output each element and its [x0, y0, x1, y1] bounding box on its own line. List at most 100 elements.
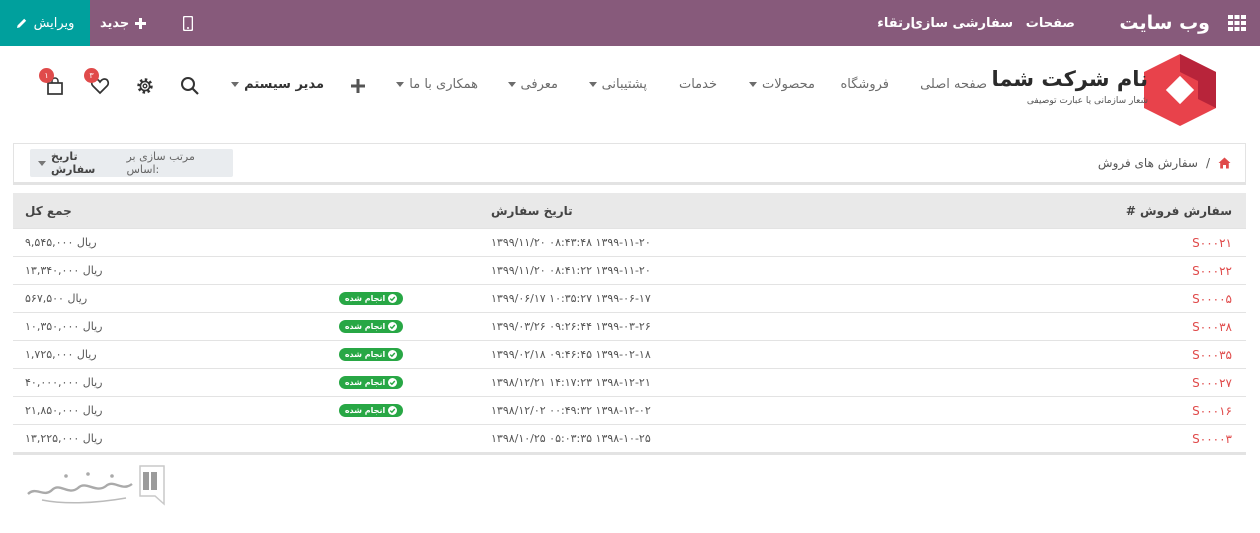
order-total: ۱۳,۳۴۰,۰۰۰ ریال [25, 264, 103, 277]
cart-button[interactable]: ۱ [39, 68, 65, 96]
logo-slogan: شعار سازمانی یا عبارت توصیفی [1026, 96, 1148, 106]
done-status-badge: انجام شده [339, 376, 403, 389]
order-date: ۱۳۹۹/۱۱/۲۰ ۰۸:۴۳:۴۸ ۱۳۹۹-۱۱-۲۰ [491, 236, 651, 249]
gear-icon[interactable] [135, 76, 155, 96]
nav-intro-label: معرفی [520, 77, 558, 92]
order-date: ۱۳۹۹/۱۱/۲۰ ۰۸:۴۱:۲۲ ۱۳۹۹-۱۱-۲۰ [491, 264, 651, 277]
done-status-badge: انجام شده [339, 404, 403, 417]
check-icon [388, 406, 398, 415]
done-status-label: انجام شده [344, 378, 386, 387]
nav-support-label: پشتیبانی [601, 77, 647, 92]
search-icon[interactable] [180, 76, 200, 96]
caret-down-icon [231, 82, 240, 87]
order-total: ۱,۷۲۵,۰۰۰ ریال [25, 348, 97, 361]
order-number-link[interactable]: S۰۰۰۰۵ [1192, 292, 1232, 306]
check-icon [388, 350, 398, 359]
table-row[interactable]: S۰۰۰۰۳ ۱۳۹۸/۱۰/۲۵ ۰۵:۰۳:۳۵ ۱۳۹۸-۱۰-۲۵ ۱۳,۲… [13, 424, 1246, 452]
done-status-badge: انجام شده [339, 292, 403, 305]
order-total: ۵۶۷,۵۰۰ ریال [25, 292, 88, 305]
nav-intro[interactable]: معرفی [507, 77, 558, 92]
company-logo[interactable] [1140, 52, 1220, 126]
caret-down-icon [588, 82, 597, 87]
order-number-link[interactable]: S۰۰۰۲۲ [1192, 264, 1232, 278]
nav-admin-label: مدیر سیستم [244, 77, 324, 92]
order-date: ۱۳۹۸/۱۰/۲۵ ۰۵:۰۳:۳۵ ۱۳۹۸-۱۰-۲۵ [491, 432, 651, 445]
done-status-label: انجام شده [344, 350, 386, 359]
nav-shop[interactable]: فروشگاه [840, 77, 889, 92]
edit-label: ویرایش [33, 15, 75, 31]
check-icon [388, 378, 398, 387]
order-total: ۴۰,۰۰۰,۰۰۰ ریال [25, 376, 103, 389]
breadcrumb-separator: / [1205, 156, 1210, 170]
table-row[interactable]: S۰۰۰۱۶ ۱۳۹۸/۱۲/۰۲ ۰۰:۴۹:۳۲ ۱۳۹۸-۱۲-۰۲ انجا… [13, 396, 1246, 424]
mobile-preview-icon[interactable] [178, 13, 198, 33]
wishlist-button[interactable]: ۳ [84, 68, 110, 96]
header-order-number: سفارش فروش # [1125, 203, 1232, 218]
sales-orders-table: سفارش فروش # تاریخ سفارش جمع کل S۰۰۰۲۱ ۱۳… [13, 193, 1246, 455]
table-row[interactable]: S۰۰۰۳۵ ۱۳۹۹/۰۲/۱۸ ۰۹:۴۶:۴۵ ۱۳۹۹-۰۲-۱۸ انجا… [13, 340, 1246, 368]
breadcrumb-bar: / سفارش های فروش تاریخ سفارش مرتب سازی ب… [13, 143, 1246, 185]
admin-topbar: ویرایش جدید ارتقاء سفارشی سازی صفحات وب … [0, 0, 1260, 46]
table-row[interactable]: S۰۰۰۰۵ ۱۳۹۹/۰۶/۱۷ ۱۰:۳۵:۲۷ ۱۳۹۹-۰۶-۱۷ انجا… [13, 284, 1246, 312]
website-brand[interactable]: وب سایت [1119, 0, 1210, 46]
order-number-link[interactable]: S۰۰۰۳۸ [1192, 320, 1232, 334]
new-button[interactable]: جدید [100, 0, 147, 46]
order-number-link[interactable]: S۰۰۰۱۶ [1192, 404, 1232, 418]
done-status-label: انجام شده [344, 406, 386, 415]
pages-menu[interactable]: صفحات [1026, 0, 1075, 46]
order-number-link[interactable]: S۰۰۰۳۵ [1192, 348, 1232, 362]
caret-down-icon [749, 82, 757, 87]
order-number-link[interactable]: S۰۰۰۰۳ [1192, 432, 1232, 446]
order-number-link[interactable]: S۰۰۰۲۱ [1192, 236, 1232, 250]
order-number-link[interactable]: S۰۰۰۲۷ [1192, 376, 1232, 390]
customize-menu[interactable]: سفارشی سازی [911, 0, 1013, 46]
home-icon[interactable] [1218, 157, 1231, 169]
nav-collaborate-label: همکاری با ما [409, 77, 478, 92]
table-header: سفارش فروش # تاریخ سفارش جمع کل [13, 193, 1246, 228]
order-date: ۱۳۹۹/۰۶/۱۷ ۱۰:۳۵:۲۷ ۱۳۹۹-۰۶-۱۷ [491, 292, 651, 305]
nav-products[interactable]: محصولات [749, 77, 815, 92]
sort-prefix: مرتب سازی بر اساس: [126, 150, 195, 176]
check-icon [388, 294, 398, 303]
header-total: جمع کل [25, 203, 72, 218]
order-date: ۱۳۹۸/۱۲/۰۲ ۰۰:۴۹:۳۲ ۱۳۹۸-۱۲-۰۲ [491, 404, 651, 417]
add-plus-icon[interactable] [351, 79, 365, 93]
watermark-logo [27, 465, 165, 506]
done-status-label: انجام شده [344, 322, 386, 331]
wishlist-count-badge: ۳ [84, 68, 99, 83]
table-row[interactable]: S۰۰۰۲۷ ۱۳۹۸/۱۲/۲۱ ۱۴:۱۷:۲۳ ۱۳۹۸-۱۲-۲۱ انجا… [13, 368, 1246, 396]
upgrade-menu[interactable]: ارتقاء [877, 0, 915, 46]
caret-down-icon [396, 82, 405, 87]
logo-company-name: نام شرکت شما [991, 67, 1148, 91]
order-total: ۲۱,۸۵۰,۰۰۰ ریال [25, 404, 103, 417]
plus-icon [135, 17, 147, 29]
new-label: جدید [100, 15, 130, 31]
order-total: ۱۳,۲۲۵,۰۰۰ ریال [25, 432, 103, 445]
check-icon [388, 322, 398, 331]
table-row[interactable]: S۰۰۰۳۸ ۱۳۹۹/۰۳/۲۶ ۰۹:۲۶:۴۴ ۱۳۹۹-۰۳-۲۶ انجا… [13, 312, 1246, 340]
order-date: ۱۳۹۸/۱۲/۲۱ ۱۴:۱۷:۲۳ ۱۳۹۸-۱۲-۲۱ [491, 376, 651, 389]
breadcrumb-current: سفارش های فروش [1097, 156, 1198, 170]
sort-dropdown[interactable]: تاریخ سفارش مرتب سازی بر اساس: [30, 149, 233, 177]
breadcrumb: / سفارش های فروش [1098, 156, 1231, 170]
caret-down-icon [38, 160, 46, 166]
nav-support[interactable]: پشتیبانی [588, 77, 647, 92]
done-status-badge: انجام شده [339, 348, 403, 361]
done-status-badge: انجام شده [339, 320, 403, 333]
nav-services[interactable]: خدمات [679, 77, 717, 92]
table-row[interactable]: S۰۰۰۲۲ ۱۳۹۹/۱۱/۲۰ ۰۸:۴۱:۲۲ ۱۳۹۹-۱۱-۲۰ ۱۳,۳… [13, 256, 1246, 284]
order-date: ۱۳۹۹/۰۳/۲۶ ۰۹:۲۶:۴۴ ۱۳۹۹-۰۳-۲۶ [491, 320, 651, 333]
done-status-label: انجام شده [344, 294, 386, 303]
table-row[interactable]: S۰۰۰۲۱ ۱۳۹۹/۱۱/۲۰ ۰۸:۴۳:۴۸ ۱۳۹۹-۱۱-۲۰ ۹,۵۴… [13, 228, 1246, 256]
nav-home[interactable]: صفحه اصلی [920, 77, 987, 92]
nav-admin-user[interactable]: مدیر سیستم [231, 77, 324, 92]
order-total: ۹,۵۴۵,۰۰۰ ریال [25, 236, 97, 249]
sort-value: تاریخ سفارش [51, 150, 96, 176]
order-total: ۱۰,۳۵۰,۰۰۰ ریال [25, 320, 103, 333]
apps-grid-icon[interactable] [1228, 14, 1246, 32]
nav-products-label: محصولات [762, 77, 815, 92]
nav-collaborate[interactable]: همکاری با ما [396, 77, 478, 92]
cart-count-badge: ۱ [39, 68, 54, 83]
caret-down-icon [507, 82, 516, 87]
edit-button[interactable]: ویرایش [0, 0, 90, 46]
